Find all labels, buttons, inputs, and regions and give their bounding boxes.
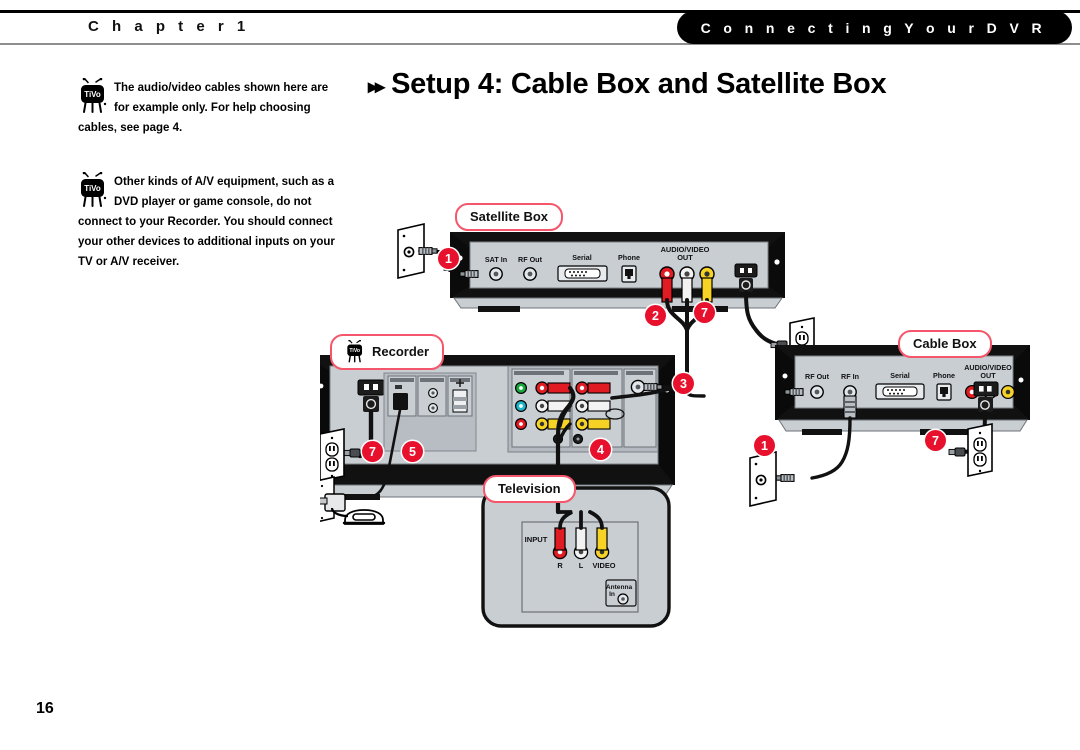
- tivo-logo-icon: TiVo: [78, 78, 112, 118]
- step-badge-recorder-rf-to-cable-box-rf-out: 3: [673, 373, 694, 394]
- step-badge-satellite-dish-coax-to-sat-in: 1: [438, 248, 459, 269]
- note-other-equipment-text: Other kinds of A/V equipment, such as a …: [78, 176, 335, 268]
- label-television-text: Television: [498, 481, 561, 496]
- tv-jack-label-l: L: [579, 561, 584, 570]
- cbl-port-label-rfout: RF Out: [805, 372, 830, 381]
- svg-text:TiVo: TiVo: [84, 184, 101, 193]
- label-satellite-box-text: Satellite Box: [470, 209, 549, 224]
- note-cables: TiVo The audio/video cables shown here a…: [78, 78, 340, 138]
- connection-diagram: SAT In RF Out Serial Phone AUDIO/VIDEO O…: [320, 190, 1040, 630]
- section-pill: C o n n e c t i n g Y o u r D V R: [676, 11, 1072, 44]
- sat-port-label-satin: SAT In: [485, 255, 507, 264]
- tv-antenna-label-line1: Antenna: [606, 584, 633, 591]
- recorder-power-outlet: [320, 428, 345, 482]
- sat-port-label-phone: Phone: [618, 253, 640, 262]
- label-satellite-box: Satellite Box: [455, 203, 564, 231]
- tv-jack-label-r: R: [557, 561, 563, 570]
- page-title: ▸▸ Setup 4: Cable Box and Satellite Box: [368, 68, 887, 101]
- label-cable-box-text: Cable Box: [913, 336, 977, 351]
- label-television: Television: [483, 475, 576, 503]
- step-badge-satellite-power-to-outlet: 7: [694, 302, 715, 323]
- recorder-av-panel: [507, 365, 663, 453]
- step-badge-satellite-av-out-to-recorder-av-in: 2: [645, 305, 666, 326]
- tv-jack-label-video: VIDEO: [593, 561, 616, 570]
- page-title-text: Setup 4: Cable Box and Satellite Box: [391, 68, 887, 100]
- cable-box-power-outlet: [967, 423, 993, 477]
- svg-text:TiVo: TiVo: [84, 90, 101, 99]
- cbl-port-label-rfin: RF In: [841, 372, 859, 381]
- section-label: C o n n e c t i n g Y o u r D V R: [700, 19, 1046, 36]
- note-cables-text: The audio/video cables shown here are fo…: [78, 82, 329, 134]
- step-badge-cable-box-power-to-outlet: 7: [925, 430, 946, 451]
- label-recorder: TiVo Recorder: [330, 334, 445, 370]
- sat-port-label-rfout: RF Out: [518, 255, 543, 264]
- label-cable-box: Cable Box: [898, 330, 992, 358]
- step-badge-recorder-phone-to-wall-jack: 5: [402, 441, 423, 462]
- page-header: C h a p t e r 1 C o n n e c t i n g Y o …: [0, 10, 1080, 46]
- sat-av-out-label-line2: OUT: [677, 253, 693, 262]
- recorder-left-jack-group: [383, 372, 477, 452]
- cbl-av-out-label-line2: OUT: [980, 371, 996, 380]
- tv-antenna-label-line2: In: [609, 591, 615, 598]
- step-badge-cable-wall-jack-to-cable-box-rf-in: 1: [754, 435, 775, 456]
- note-other-equipment: TiVo Other kinds of A/V equipment, such …: [78, 172, 340, 272]
- chapter-label: C h a p t e r 1: [88, 18, 250, 35]
- tivo-logo-icon: TiVo: [345, 340, 365, 363]
- page-number: 16: [36, 700, 54, 717]
- double-arrow-icon: ▸▸: [368, 76, 385, 98]
- cbl-port-label-serial: Serial: [890, 371, 910, 380]
- tivo-logo-icon: TiVo: [78, 172, 112, 212]
- sat-port-label-serial: Serial: [572, 253, 592, 262]
- step-badge-recorder-av-out-to-television-input: 4: [590, 439, 611, 460]
- cbl-port-label-phone: Phone: [933, 371, 955, 380]
- svg-text:TiVo: TiVo: [349, 348, 360, 354]
- cable-wall-plate: [749, 451, 777, 507]
- tv-input-label: INPUT: [525, 535, 548, 544]
- step-badge-recorder-power-to-outlet: 7: [362, 441, 383, 462]
- label-recorder-text: Recorder: [372, 344, 430, 359]
